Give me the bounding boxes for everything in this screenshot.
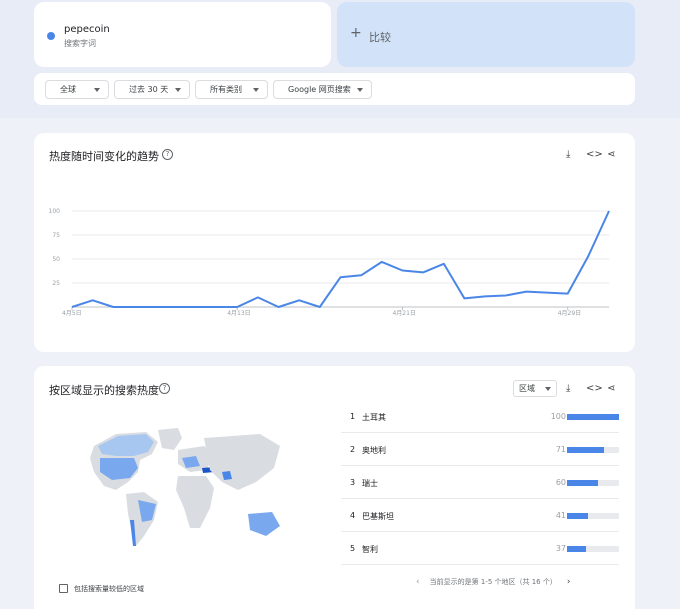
region-row[interactable]: 5 智利 37	[341, 532, 619, 565]
filter-time[interactable]: 过去 30 天	[114, 80, 190, 99]
x-tick-label: 4月21日	[392, 310, 415, 317]
search-term-card[interactable]: pepecoin 搜索字词	[34, 2, 331, 67]
region-bar-fill	[567, 546, 587, 552]
region-value: 100	[550, 412, 566, 421]
filter-search-type[interactable]: Google 网页搜索	[273, 80, 372, 99]
region-rank: 1	[350, 412, 356, 421]
trend-card: 热度随时间变化的趋势 ? ⤓ <> ⋖ 25 50 75 100 4月5日 4月13日 4月…	[34, 133, 635, 352]
filter-region-label: 全球	[60, 85, 76, 94]
region-name[interactable]: 奥地利	[362, 445, 386, 456]
low-volume-checkbox[interactable]	[59, 584, 68, 593]
region-value: 37	[555, 544, 566, 553]
pagination: ‹ 当前显示的是第 1-5 个地区（共 16 个） ›	[416, 577, 570, 587]
region-card: 按区域显示的搜索热度 ? 区域 ⤓ <> ⋖ 1 土耳其 100 2 奥地利 71 3 瑞士 6…	[34, 366, 635, 609]
term-color-dot	[47, 32, 55, 40]
region-value: 41	[555, 511, 566, 520]
pager-text: 当前显示的是第 1-5 个地区（共 16 个）	[429, 578, 557, 586]
map-australia	[248, 512, 280, 536]
caret-down-icon	[357, 88, 363, 92]
chevron-left-icon[interactable]: ‹	[416, 577, 420, 587]
world-map[interactable]	[54, 424, 294, 554]
region-name[interactable]: 智利	[362, 544, 378, 555]
region-bar-track	[567, 513, 619, 519]
filter-search-type-label: Google 网页搜索	[288, 85, 351, 94]
region-bar-track	[567, 414, 619, 420]
region-value: 60	[555, 478, 566, 487]
x-tick-label: 4月29日	[558, 310, 581, 317]
trend-chart: 25 50 75 100 4月5日 4月13日 4月21日 4月29日	[49, 208, 610, 317]
region-rank: 3	[350, 478, 356, 487]
chevron-right-icon[interactable]: ›	[567, 577, 571, 587]
region-name[interactable]: 土耳其	[362, 412, 386, 423]
y-tick-label: 25	[52, 280, 60, 287]
filter-region[interactable]: 全球	[45, 80, 109, 99]
region-bar-fill	[567, 414, 619, 420]
compare-button[interactable]: + 比较	[337, 2, 635, 67]
caret-down-icon	[253, 88, 259, 92]
region-rank: 5	[350, 544, 356, 553]
search-term-type: 搜索字词	[64, 39, 96, 48]
region-bar-fill	[567, 447, 604, 453]
region-select-label: 区域	[519, 384, 535, 393]
region-rank: 2	[350, 445, 356, 454]
x-tick-label: 4月13日	[227, 310, 250, 317]
y-tick-label: 50	[52, 256, 60, 263]
filter-time-label: 过去 30 天	[129, 85, 169, 94]
region-row[interactable]: 3 瑞士 60	[341, 466, 619, 499]
caret-down-icon	[94, 88, 100, 92]
region-title: 按区域显示的搜索热度	[49, 384, 159, 397]
x-tick-label: 4月5日	[62, 310, 82, 317]
caret-down-icon	[545, 387, 551, 391]
filter-category-label: 所有类别	[210, 85, 242, 94]
compare-label: 比较	[369, 31, 391, 44]
region-bar-track	[567, 447, 619, 453]
filter-bar: 全球 过去 30 天 所有类别 Google 网页搜索	[34, 73, 635, 105]
region-row[interactable]: 2 奥地利 71	[341, 433, 619, 466]
region-bar-fill	[567, 513, 589, 519]
plus-icon: +	[350, 25, 362, 41]
download-icon[interactable]: ⤓	[566, 383, 570, 395]
embed-icon[interactable]: <>	[586, 383, 603, 395]
map-africa	[176, 476, 214, 528]
region-bar-fill	[567, 480, 599, 486]
caret-down-icon	[175, 88, 181, 92]
y-tick-label: 100	[49, 208, 61, 215]
region-bar-track	[567, 546, 619, 552]
region-rank: 4	[350, 511, 356, 520]
share-icon[interactable]: ⋖	[607, 383, 615, 395]
map-asia	[204, 434, 280, 490]
region-bar-track	[567, 480, 619, 486]
region-select[interactable]: 区域	[513, 380, 557, 397]
search-term-name[interactable]: pepecoin	[64, 24, 110, 35]
region-row[interactable]: 4 巴基斯坦 41	[341, 499, 619, 532]
help-icon[interactable]: ?	[159, 383, 170, 394]
region-value: 71	[555, 445, 566, 454]
y-tick-label: 75	[52, 232, 60, 239]
filter-category[interactable]: 所有类别	[195, 80, 268, 99]
map-greenland	[158, 428, 182, 450]
region-name[interactable]: 瑞士	[362, 478, 378, 489]
region-name[interactable]: 巴基斯坦	[362, 511, 394, 522]
low-volume-checkbox-label: 包括搜索量较低的区域	[74, 585, 144, 593]
region-row[interactable]: 1 土耳其 100	[341, 400, 619, 433]
